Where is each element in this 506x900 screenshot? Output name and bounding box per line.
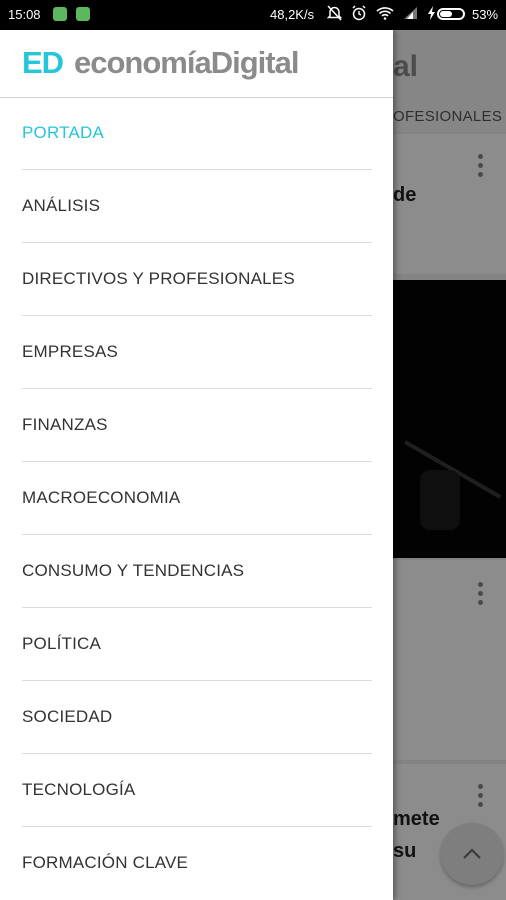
menu-item-sociedad[interactable]: SOCIEDAD: [0, 681, 393, 754]
mute-icon: [327, 5, 342, 21]
alarm-icon: [352, 5, 366, 21]
battery-icon: [437, 8, 465, 20]
menu-item-label: FINANZAS: [22, 415, 108, 434]
signal-icon: [404, 7, 417, 19]
menu-item-finanzas[interactable]: FINANZAS: [0, 389, 393, 462]
menu-item-label: DIRECTIVOS Y PROFESIONALES: [22, 269, 295, 288]
menu-item-label: ANÁLISIS: [22, 196, 101, 215]
battery-percent: 53%: [472, 7, 499, 22]
menu-item-label: SOCIEDAD: [22, 707, 113, 726]
drawer-header: ED economíaDigital: [0, 30, 393, 98]
status-bar: 15:08 48,2K/s 53%: [0, 0, 506, 30]
network-speed: 48,2K/s: [270, 7, 315, 22]
menu-item-label: EMPRESAS: [22, 342, 119, 361]
navigation-drawer: ED economíaDigital PORTADA ANÁLISIS DIRE…: [0, 30, 393, 900]
charging-icon: [428, 6, 435, 20]
notification-icon: [53, 7, 67, 21]
menu-item-label: MACROECONOMIA: [22, 488, 181, 507]
menu-item-politica[interactable]: POLÍTICA: [0, 608, 393, 681]
menu-item-formacion-clave[interactable]: FORMACIÓN CLAVE: [0, 827, 393, 900]
menu-item-label: PORTADA: [22, 123, 105, 142]
menu-item-macroeconomia[interactable]: MACROECONOMIA: [0, 462, 393, 535]
brand-logo-mark: ED: [22, 45, 64, 80]
brand-logo-name: economíaDigital: [74, 45, 299, 80]
menu-item-consumo-y-tendencias[interactable]: CONSUMO Y TENDENCIAS: [0, 535, 393, 608]
notification-icon: [76, 7, 90, 21]
section-menu: PORTADA ANÁLISIS DIRECTIVOS Y PROFESIONA…: [0, 97, 393, 900]
menu-item-label: CONSUMO Y TENDENCIAS: [22, 561, 245, 580]
menu-item-directivos-y-profesionales[interactable]: DIRECTIVOS Y PROFESIONALES: [0, 243, 393, 316]
menu-item-label: POLÍTICA: [22, 634, 102, 653]
menu-item-label: TECNOLOGÍA: [22, 780, 136, 799]
status-time: 15:08: [8, 7, 41, 22]
menu-item-portada[interactable]: PORTADA: [0, 97, 393, 170]
wifi-icon: [376, 7, 394, 20]
menu-item-tecnologia[interactable]: TECNOLOGÍA: [0, 754, 393, 827]
menu-item-analisis[interactable]: ANÁLISIS: [0, 170, 393, 243]
menu-item-label: FORMACIÓN CLAVE: [22, 853, 189, 872]
menu-item-empresas[interactable]: EMPRESAS: [0, 316, 393, 389]
